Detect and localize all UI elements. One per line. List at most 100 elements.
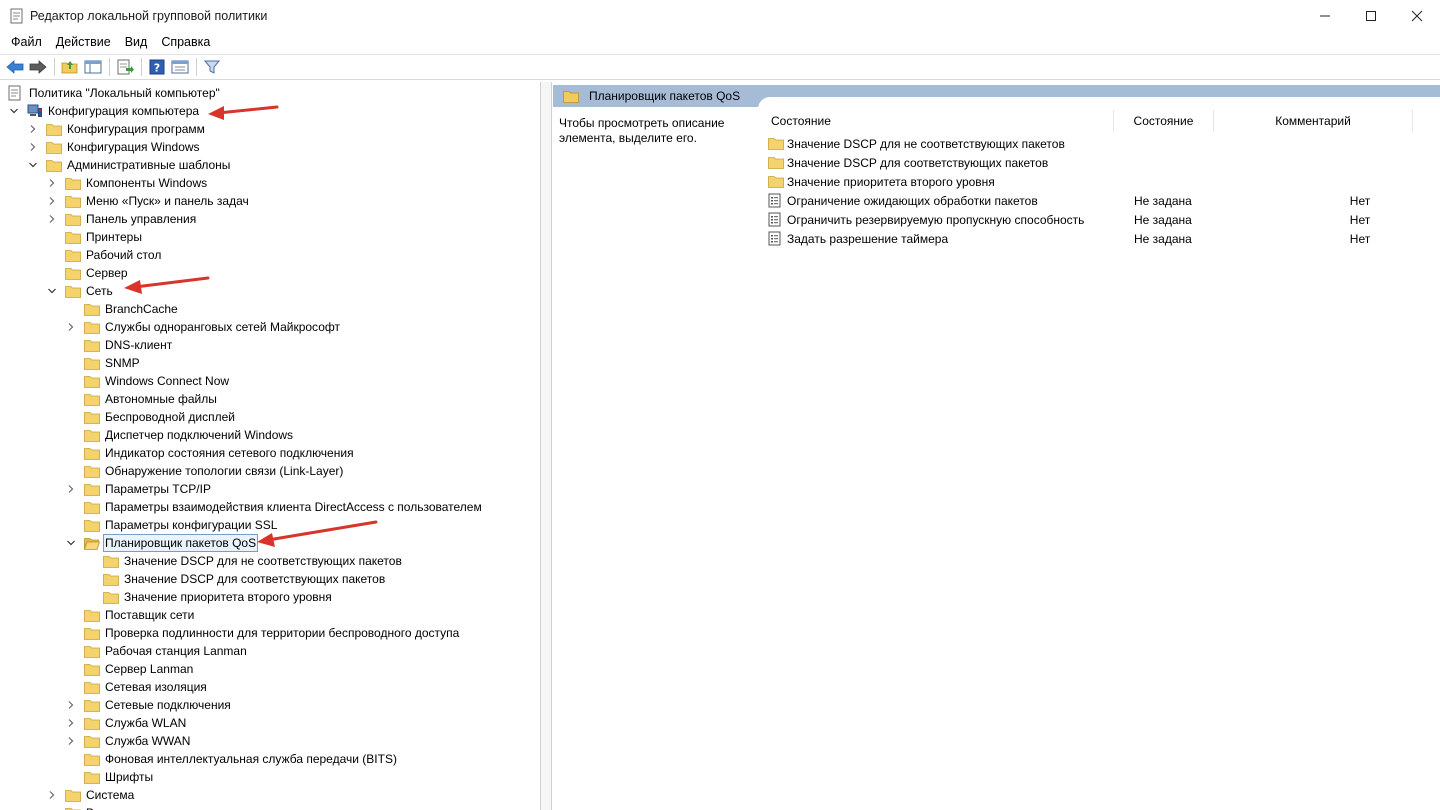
column-header-comment[interactable]: Комментарий <box>1214 110 1413 132</box>
chevron-right-icon[interactable] <box>65 321 77 333</box>
tree-node[interactable]: Сеть <box>46 282 115 300</box>
maximize-button[interactable] <box>1348 0 1394 31</box>
show-hide-tree-icon <box>84 60 102 74</box>
tree-node[interactable]: Значение DSCP для соответствующих пакето… <box>84 570 387 588</box>
list-item[interactable]: Значение DSCP для соответствующих пакето… <box>768 153 1390 172</box>
details-tab-curve <box>758 97 1440 109</box>
up-one-level-button[interactable] <box>59 56 81 78</box>
folder-icon <box>768 175 784 189</box>
tree-node[interactable]: Параметры взаимодействия клиента DirectA… <box>65 498 484 516</box>
tree-node[interactable]: Сервер <box>46 264 130 282</box>
properties-button[interactable] <box>169 56 191 78</box>
tree-node[interactable]: Поставщик сети <box>65 606 196 624</box>
list-item[interactable]: Значение DSCP для не соответствующих пак… <box>768 134 1390 153</box>
tree-node[interactable]: DNS-клиент <box>65 336 174 354</box>
menu-help[interactable]: Справка <box>154 31 217 53</box>
tree-node[interactable]: Сетевые подключения <box>65 696 233 714</box>
list-item[interactable]: Значение приоритета второго уровня <box>768 172 1390 191</box>
list-item[interactable]: Ограничение ожидающих обработки пакетов Н… <box>768 191 1390 210</box>
chevron-right-icon[interactable] <box>46 789 58 801</box>
folder-icon <box>103 572 119 586</box>
tree-node[interactable]: Фоновая интеллектуальная служба передачи… <box>65 750 399 768</box>
tree-node[interactable]: Проверка подлинности для территории бесп… <box>65 624 461 642</box>
chevron-right-icon[interactable] <box>46 213 58 225</box>
tree-node[interactable]: Сетевая изоляция <box>65 678 209 696</box>
list-item[interactable]: Ограничить резервируемую пропускную спос… <box>768 210 1390 229</box>
chevron-down-icon[interactable] <box>46 285 58 297</box>
tree-node[interactable]: Диспетчер подключений Windows <box>65 426 295 444</box>
folder-icon <box>65 194 81 208</box>
column-header-state[interactable]: Состояние <box>1114 110 1214 132</box>
tree-node[interactable]: Панель управления <box>46 210 198 228</box>
tree-node[interactable]: Рабочая станция Lanman <box>65 642 249 660</box>
tree-node[interactable]: Административные шаблоны <box>27 156 232 174</box>
tree-node[interactable]: Все параметры <box>46 804 174 810</box>
tree-node[interactable]: Сервер Lanman <box>65 660 195 678</box>
chevron-right-icon[interactable] <box>27 141 39 153</box>
help-button[interactable]: ? <box>146 56 168 78</box>
tree-node[interactable]: Значение DSCP для не соответствующих пак… <box>84 552 404 570</box>
tree-vertical-scrollbar[interactable] <box>541 82 552 810</box>
menu-view[interactable]: Вид <box>118 31 155 53</box>
tree-node[interactable]: Меню «Пуск» и панель задач <box>46 192 251 210</box>
back-button[interactable] <box>4 56 26 78</box>
tree-node[interactable]: Политика "Локальный компьютер" <box>8 84 222 102</box>
tree-node[interactable]: Шрифты <box>65 768 155 786</box>
details-pane: Планировщик пакетов QoS Чтобы просмотрет… <box>553 82 1440 810</box>
tree-node[interactable]: Автономные файлы <box>65 390 219 408</box>
maximize-icon <box>1366 10 1376 21</box>
folder-icon <box>84 320 100 334</box>
minimize-button[interactable] <box>1302 0 1348 31</box>
folder-icon <box>65 284 81 298</box>
tree-node[interactable]: Обнаружение топологии связи (Link-Layer) <box>65 462 345 480</box>
folder-icon <box>46 122 62 136</box>
menu-file[interactable]: Файл <box>4 31 49 53</box>
tree-node[interactable]: Конфигурация компьютера <box>8 102 201 120</box>
folder-icon <box>84 680 100 694</box>
tree-node-label: Индикатор состояния сетевого подключения <box>105 446 354 460</box>
setting-name: Значение DSCP для соответствующих пакето… <box>787 155 1049 170</box>
tree-node[interactable]: Служба WWAN <box>65 732 192 750</box>
menu-action[interactable]: Действие <box>49 31 118 53</box>
chevron-right-icon[interactable] <box>65 735 77 747</box>
chevron-down-icon[interactable] <box>65 537 77 549</box>
tree-node[interactable]: Рабочий стол <box>46 246 163 264</box>
tree-node[interactable]: Службы одноранговых сетей Майкрософт <box>65 318 342 336</box>
tree-node[interactable]: Параметры конфигурации SSL <box>65 516 279 534</box>
tree-node[interactable]: SNMP <box>65 354 142 372</box>
chevron-down-icon[interactable] <box>8 105 20 117</box>
chevron-right-icon[interactable] <box>46 195 58 207</box>
chevron-right-icon[interactable] <box>46 177 58 189</box>
tree-node[interactable]: Значение приоритета второго уровня <box>84 588 334 606</box>
forward-button[interactable] <box>27 56 49 78</box>
tree-node[interactable]: Windows Connect Now <box>65 372 231 390</box>
console-tree[interactable]: Политика "Локальный компьютер" Конфигурац… <box>0 82 541 810</box>
setting-state: Не задана <box>1134 231 1192 246</box>
tree-node[interactable]: Индикатор состояния сетевого подключения <box>65 444 356 462</box>
tree-node-label: Планировщик пакетов QoS <box>103 534 259 552</box>
tree-node[interactable]: Служба WLAN <box>65 714 188 732</box>
list-item[interactable]: Задать разрешение таймера Не задана Нет <box>768 229 1390 248</box>
chevron-right-icon[interactable] <box>65 717 77 729</box>
tree-node[interactable]: Параметры TCP/IP <box>65 480 213 498</box>
chevron-right-icon[interactable] <box>65 483 77 495</box>
tree-node[interactable]: Компоненты Windows <box>46 174 209 192</box>
show-hide-tree-button[interactable] <box>82 56 104 78</box>
tree-node[interactable]: Беспроводной дисплей <box>65 408 237 426</box>
export-list-button[interactable] <box>114 56 136 78</box>
tree-node[interactable]: Планировщик пакетов QoS <box>65 534 259 552</box>
tree-node[interactable]: Принтеры <box>46 228 144 246</box>
tree-node[interactable]: Система <box>46 786 136 804</box>
chevron-down-icon[interactable] <box>27 159 39 171</box>
tree-node[interactable]: Конфигурация программ <box>27 120 207 138</box>
filter-button[interactable] <box>201 56 223 78</box>
tree-node-label: Служба WLAN <box>105 716 187 730</box>
filter-icon <box>204 60 220 74</box>
tree-node[interactable]: Конфигурация Windows <box>27 138 202 156</box>
tree-node[interactable]: BranchCache <box>65 300 180 318</box>
column-header-name[interactable]: Состояние <box>765 110 1114 132</box>
chevron-right-icon[interactable] <box>65 699 77 711</box>
close-button[interactable] <box>1394 0 1440 31</box>
chevron-right-icon[interactable] <box>27 123 39 135</box>
